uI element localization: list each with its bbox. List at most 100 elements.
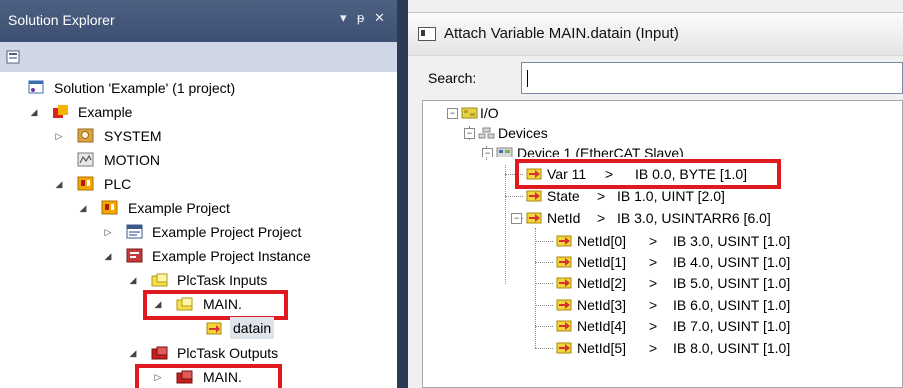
variable-address: IB 6.0, USINT [1.0] [673,297,791,313]
arrow-separator: > [597,190,606,204]
highlight-box-main-outputs [135,364,282,388]
collapse-box-icon[interactable]: − [482,148,493,157]
io-icon [461,107,478,119]
highlight-box-main-inputs [143,290,288,320]
variable-address: IB 3.0, USINTARR6 [6.0] [617,210,771,226]
expand-icon[interactable]: ▷ [53,125,65,147]
system-icon [77,128,94,143]
collapse-icon[interactable]: ◢ [28,101,40,123]
search-label: Search: [428,70,477,86]
devices-icon [478,127,495,139]
tree-item-example-project-project[interactable]: ▷ Example Project Project [0,221,397,243]
plc-subproject-icon [126,224,143,239]
plc-icon [77,176,94,191]
variable-address: IB 4.0, USINT [1.0] [673,254,791,270]
collapse-box-icon[interactable]: − [447,108,458,119]
tree-item-label: PLC [104,176,132,192]
properties-icon[interactable] [6,49,22,65]
arrow-separator: > [649,275,658,291]
variable-address: IB 3.0, USINT [1.0] [673,233,791,249]
tree-item-netid-5[interactable]: NetId[5] > IB 8.0, USINT [1.0] [423,338,902,358]
arrow-separator: > [649,254,658,270]
input-variable-icon [556,256,572,268]
tree-item-device-1[interactable]: − Device 1 (EtherCAT Slave) [423,143,902,157]
arrow-separator: > [649,233,658,249]
arrow-separator: > [597,210,606,226]
tree-item-label: Solution 'Example' (1 project) [54,80,236,96]
collapse-icon[interactable]: ◢ [77,197,89,219]
input-variable-icon [526,190,542,202]
variable-address: IB 5.0, USINT [1.0] [673,275,791,291]
variable-name: NetId[2] [577,275,627,291]
variable-tree: − I/O − Devices − Device 1 (EtherCAT Sla… [422,100,903,388]
tree-item-netid-1[interactable]: NetId[1] > IB 4.0, USINT [1.0] [423,252,902,272]
text-caret [527,70,528,87]
tree-item-plc[interactable]: ◢ PLC [0,173,397,195]
expand-icon[interactable]: ▷ [102,221,114,243]
tree-item-example-project[interactable]: ◢ Example Project [0,197,397,219]
tree-item-label: SYSTEM [104,128,162,144]
variable-name: NetId[5] [577,340,627,356]
tree-item-netid-3[interactable]: NetId[3] > IB 6.0, USINT [1.0] [423,295,902,315]
solution-explorer-panel: Solution Explorer ▾ ᵽ ✕ Solution 'Exampl… [0,0,397,388]
ethercat-device-icon [496,147,513,157]
tree-item-netid-0[interactable]: NetId[0] > IB 3.0, USINT [1.0] [423,231,902,251]
tree-item-motion[interactable]: MOTION [0,149,397,171]
tree-item-devices[interactable]: − Devices [423,123,902,143]
collapse-icon[interactable]: ◢ [102,245,114,267]
collapse-icon[interactable]: ◢ [127,269,139,291]
tree-item-netid-4[interactable]: NetId[4] > IB 7.0, USINT [1.0] [423,316,902,336]
variable-address: IB 1.0, UINT [2.0] [617,190,725,204]
variable-address: IB 8.0, USINT [1.0] [673,340,791,356]
search-input[interactable] [521,62,903,94]
variable-address: IB 7.0, USINT [1.0] [673,318,791,334]
tree-item-state[interactable]: State > IB 1.0, UINT [2.0] [423,190,902,204]
dialog-titlebar: Attach Variable MAIN.datain (Input) [408,12,903,56]
tree-item-label: PlcTask Outputs [177,345,279,361]
tree-item-system[interactable]: ▷ SYSTEM [0,125,397,147]
plc-instance-icon [126,248,143,263]
variable-name: NetId[4] [577,318,627,334]
tree-item-label: Devices [498,125,548,141]
tree-item-example-project-instance[interactable]: ◢ Example Project Instance [0,245,397,267]
variable-name: NetId [547,210,581,226]
pin-icon[interactable]: ᵽ [357,10,364,25]
solution-icon [28,80,44,94]
tree-item-label: Example Project Project [152,224,302,240]
tree-item-label: Example Project [128,200,230,216]
arrow-separator: > [649,318,658,334]
input-variable-icon [556,277,572,289]
highlight-box-var-11 [515,159,781,189]
attach-variable-dialog: Attach Variable MAIN.datain (Input) Sear… [408,0,903,388]
input-variable-icon [556,342,572,354]
panel-splitter[interactable] [397,0,408,388]
input-variable-icon [556,235,572,247]
collapse-icon[interactable]: ◢ [127,342,139,364]
arrow-separator: > [649,340,658,356]
tree-item-plctask-inputs[interactable]: ◢ PlcTask Inputs [0,269,397,291]
tree-item-io[interactable]: − I/O [423,103,902,123]
tree-item-label: datain [230,317,275,339]
solution-explorer-title: Solution Explorer [8,12,115,28]
collapse-box-icon[interactable]: − [511,213,522,224]
dialog-title: Attach Variable MAIN.datain (Input) [444,25,679,42]
tree-item-label: I/O [480,105,499,121]
dropdown-icon[interactable]: ▾ [340,10,347,26]
input-array-icon [526,212,542,224]
tree-item-datain[interactable]: datain [0,317,397,339]
tree-item-label: MOTION [104,152,160,168]
input-folder-icon [151,273,168,287]
close-icon[interactable]: ✕ [374,10,385,26]
tree-item-netid-2[interactable]: NetId[2] > IB 5.0, USINT [1.0] [423,273,902,293]
tree-item-label: PlcTask Inputs [177,272,268,288]
collapse-icon[interactable]: ◢ [53,173,65,195]
solution-explorer-titlebar: Solution Explorer ▾ ᵽ ✕ [0,0,397,42]
tree-item-netid[interactable]: − NetId > IB 3.0, USINTARR6 [6.0] [423,208,902,228]
motion-icon [77,152,94,167]
tree-item-label: Example [78,104,133,120]
tree-item-example[interactable]: ◢ Example [0,101,397,123]
collapse-box-icon[interactable]: − [464,128,475,139]
variable-name: NetId[0] [577,233,627,249]
tree-item-plctask-outputs[interactable]: ◢ PlcTask Outputs [0,342,397,364]
variable-name: NetId[3] [577,297,627,313]
